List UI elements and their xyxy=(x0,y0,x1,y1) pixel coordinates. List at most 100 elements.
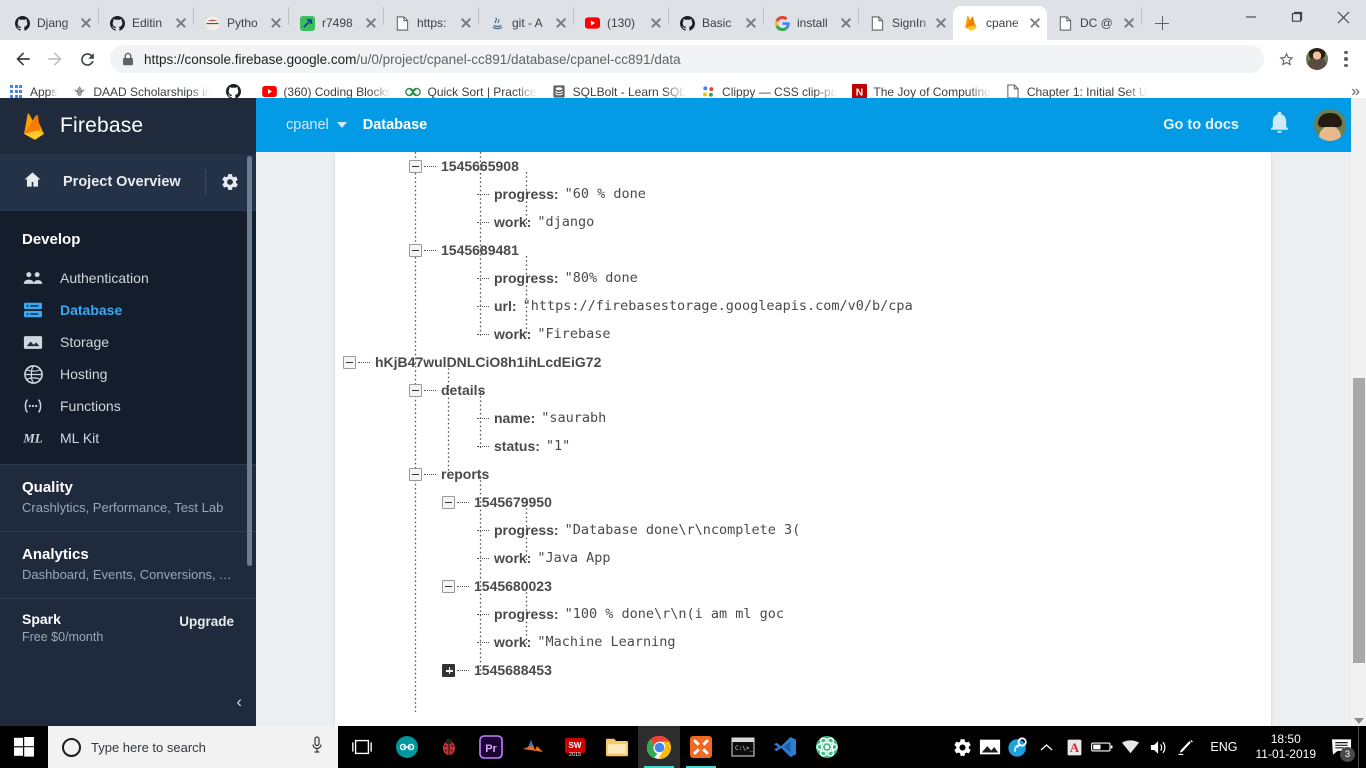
browser-tab[interactable]: Pytho xyxy=(194,6,288,40)
settings-gear-icon[interactable] xyxy=(948,726,976,768)
tree-node-row[interactable]: 1545679950 xyxy=(335,488,1271,516)
browser-tab[interactable]: SignIn xyxy=(859,6,953,40)
scroll-down-arrow-icon[interactable] xyxy=(1354,718,1364,724)
close-tab-icon[interactable] xyxy=(933,15,949,31)
browser-tab[interactable]: Basic xyxy=(669,6,763,40)
chevron-down-icon[interactable] xyxy=(336,122,347,128)
search-box[interactable]: Type here to search xyxy=(48,726,338,768)
collapse-toggle-icon[interactable] xyxy=(343,355,356,369)
maximize-icon[interactable] xyxy=(1274,0,1320,34)
tree-leaf-row[interactable]: url: "https://firebasestorage.googleapis… xyxy=(335,292,1271,320)
collapse-toggle-icon[interactable] xyxy=(442,579,455,593)
file-explorer-icon[interactable] xyxy=(596,726,638,768)
notifications-button[interactable]: 3 xyxy=(1324,726,1358,768)
browser-tab[interactable]: (130) xyxy=(574,6,668,40)
close-tab-icon[interactable] xyxy=(78,15,94,31)
search-tool-icon[interactable] xyxy=(1004,726,1032,768)
tree-node-row[interactable]: 1545688453 xyxy=(335,656,1271,684)
new-tab-button[interactable] xyxy=(1148,9,1176,37)
collapse-sidebar-button[interactable]: ‹ xyxy=(236,692,242,712)
tree-leaf-row[interactable]: work: "django xyxy=(335,208,1271,236)
tree-leaf-row[interactable]: progress: "100 % done\r\n(i am ml goc xyxy=(335,600,1271,628)
vscode-icon[interactable] xyxy=(764,726,806,768)
tree-node-row[interactable]: 1545680023 xyxy=(335,572,1271,600)
sidebar-item-hosting[interactable]: Hosting xyxy=(0,358,256,390)
close-tab-icon[interactable] xyxy=(363,15,379,31)
tree-leaf-row[interactable]: progress: "60 % done xyxy=(335,180,1271,208)
bell-icon[interactable] xyxy=(1269,111,1290,139)
browser-tab[interactable]: https: xyxy=(384,6,478,40)
close-tab-icon[interactable] xyxy=(838,15,854,31)
collapse-toggle-icon[interactable] xyxy=(442,495,455,509)
user-avatar[interactable] xyxy=(1314,109,1346,141)
sidebar-section-quality[interactable]: Quality Crashlytics, Performance, Test L… xyxy=(0,464,256,531)
expand-toggle-icon[interactable] xyxy=(442,663,455,677)
microphone-icon[interactable] xyxy=(310,735,324,759)
browser-tab[interactable]: Djang xyxy=(4,6,98,40)
sidebar-scrollbar[interactable] xyxy=(247,156,252,566)
start-button[interactable] xyxy=(0,726,48,768)
collapse-toggle-icon[interactable] xyxy=(409,243,422,257)
tree-leaf-row[interactable]: work: "Firebase xyxy=(335,320,1271,348)
solidworks-icon[interactable]: SW 2015 xyxy=(554,726,596,768)
premiere-pro-icon[interactable]: Pr xyxy=(470,726,512,768)
tree-leaf-row[interactable]: work: "Java App xyxy=(335,544,1271,572)
collapse-toggle-icon[interactable] xyxy=(409,467,422,481)
language-indicator[interactable]: ENG xyxy=(1200,740,1247,754)
project-selector-label[interactable]: cpanel xyxy=(286,117,329,133)
browser-tab-active[interactable]: cpane xyxy=(953,6,1047,40)
browser-tab[interactable]: DC @ xyxy=(1047,6,1141,40)
firebase-logo[interactable]: Firebase xyxy=(0,98,256,154)
collapse-toggle-icon[interactable] xyxy=(409,159,422,173)
browser-tab[interactable]: Editin xyxy=(99,6,193,40)
reload-button[interactable] xyxy=(72,44,102,74)
tree-node-row[interactable]: 1545689481 xyxy=(335,236,1271,264)
atom-icon[interactable] xyxy=(806,726,848,768)
close-tab-icon[interactable] xyxy=(173,15,189,31)
clock[interactable]: 18:50 11-01-2019 xyxy=(1248,732,1325,762)
task-view-button[interactable] xyxy=(338,726,386,768)
xampp-icon[interactable] xyxy=(680,726,722,768)
bookmark-star-icon[interactable] xyxy=(1272,45,1300,73)
beetle-icon[interactable] xyxy=(428,726,470,768)
tree-leaf-row[interactable]: progress: "Database done\r\ncomplete 3( xyxy=(335,516,1271,544)
command-prompt-icon[interactable]: C:\>_ xyxy=(722,726,764,768)
address-bar[interactable]: https://console.firebase.google.com/u/0/… xyxy=(110,45,1264,73)
tree-node-row[interactable]: details xyxy=(335,376,1271,404)
sidebar-item-authentication[interactable]: Authentication xyxy=(0,262,256,294)
tree-leaf-row[interactable]: progress: "80% done xyxy=(335,264,1271,292)
tree-leaf-row[interactable]: status: "1" xyxy=(335,432,1271,460)
sidebar-item-database[interactable]: Database xyxy=(0,294,256,326)
browser-tab[interactable]: git - A xyxy=(479,6,573,40)
close-tab-icon[interactable] xyxy=(268,15,284,31)
close-tab-icon[interactable] xyxy=(648,15,664,31)
arduino-icon[interactable] xyxy=(386,726,428,768)
browser-tab[interactable]: r7498 xyxy=(289,6,383,40)
gear-icon[interactable] xyxy=(220,172,240,192)
close-tab-icon[interactable] xyxy=(743,15,759,31)
wifi-icon[interactable] xyxy=(1116,726,1144,768)
page-scrollbar-thumb[interactable] xyxy=(1353,378,1365,663)
close-tab-icon[interactable] xyxy=(553,15,569,31)
sidebar-item-functions[interactable]: Functions xyxy=(0,390,256,422)
minimize-icon[interactable] xyxy=(1228,0,1274,34)
battery-icon[interactable] xyxy=(1088,726,1116,768)
close-icon[interactable] xyxy=(1320,0,1366,34)
tree-leaf-row[interactable]: work: "Machine Learning xyxy=(335,628,1271,656)
tree-leaf-row[interactable]: name: "saurabh xyxy=(335,404,1271,432)
page-scrollbar[interactable] xyxy=(1351,98,1366,726)
adobe-acrobat-icon[interactable]: A xyxy=(1060,726,1088,768)
photos-icon[interactable] xyxy=(976,726,1004,768)
tree-node-row[interactable]: reports xyxy=(335,460,1271,488)
close-tab-icon[interactable] xyxy=(458,15,474,31)
sidebar-section-analytics[interactable]: Analytics Dashboard, Events, Conversions… xyxy=(0,531,256,598)
back-button[interactable] xyxy=(8,44,38,74)
volume-icon[interactable] xyxy=(1144,726,1172,768)
pen-tablet-icon[interactable] xyxy=(1172,726,1200,768)
project-overview-row[interactable]: Project Overview xyxy=(0,154,256,211)
forward-button[interactable] xyxy=(40,44,70,74)
chrome-icon[interactable] xyxy=(638,726,680,768)
search-input[interactable]: Type here to search xyxy=(91,740,310,755)
show-desktop-button[interactable] xyxy=(1358,726,1364,768)
close-tab-icon[interactable] xyxy=(1121,15,1137,31)
